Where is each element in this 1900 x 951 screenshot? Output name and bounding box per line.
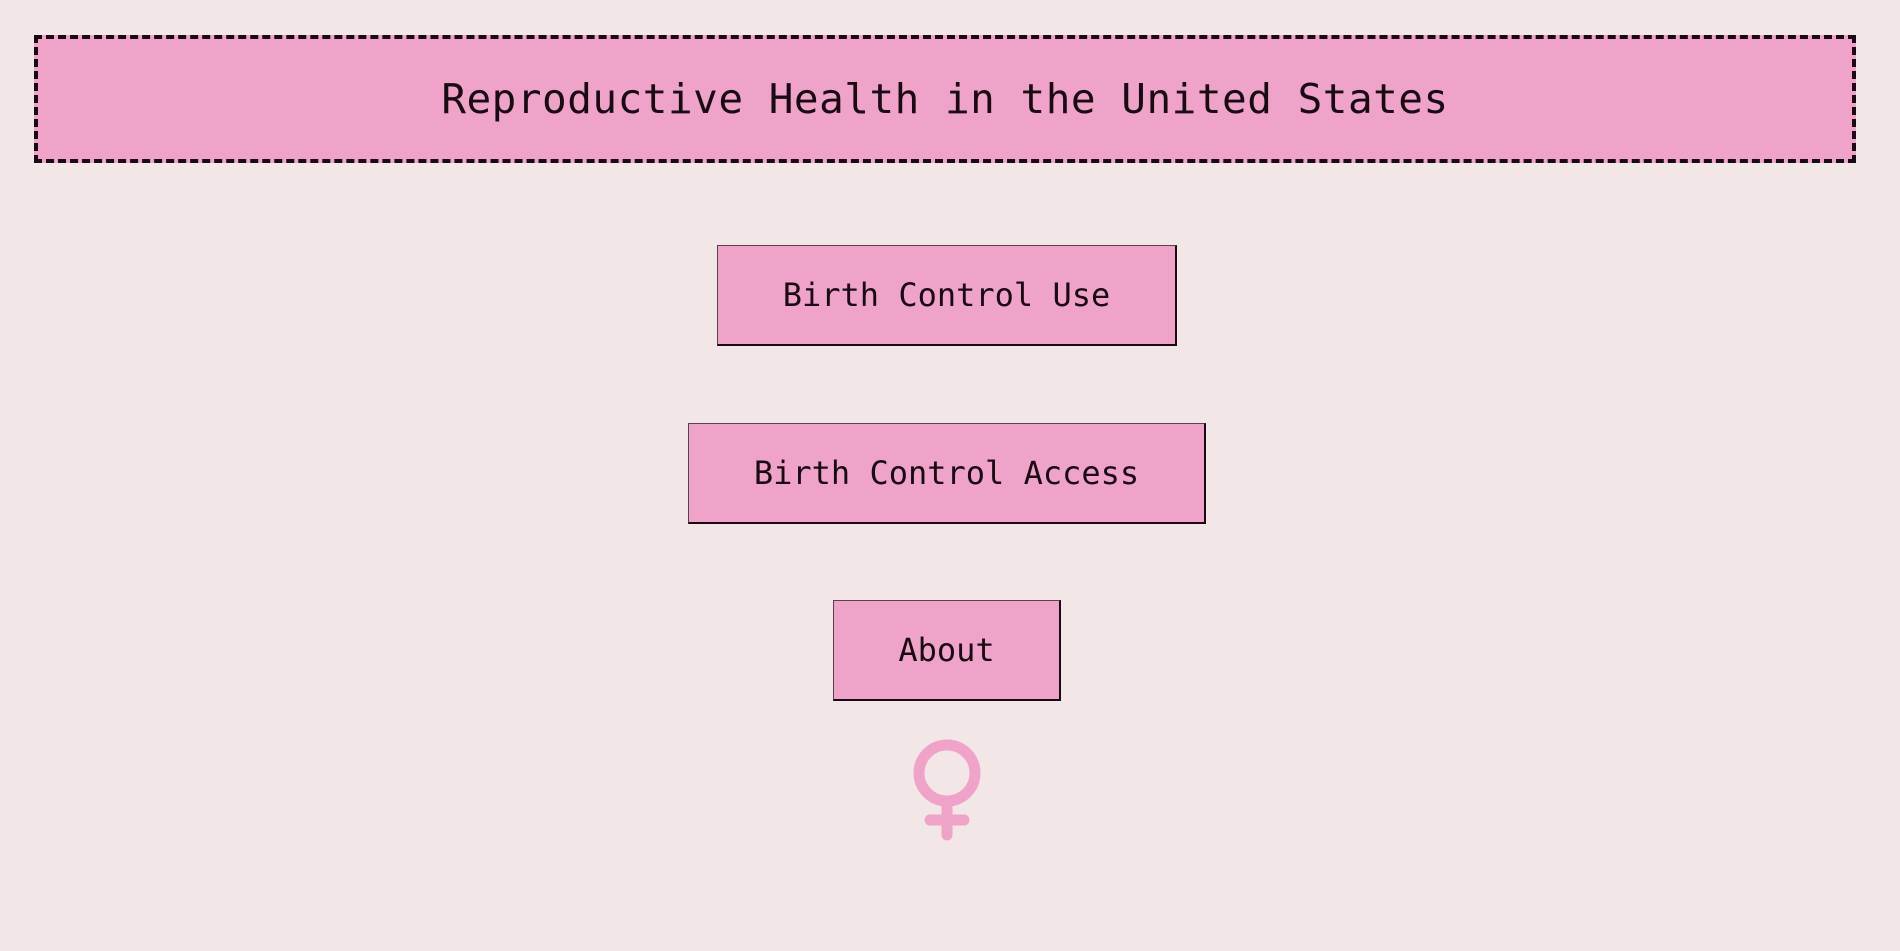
birth-control-use-button[interactable]: Birth Control Use (717, 245, 1177, 346)
page-header: Reproductive Health in the United States (34, 35, 1856, 163)
female-symbol-icon (913, 739, 981, 841)
birth-control-access-button[interactable]: Birth Control Access (688, 423, 1206, 524)
page-title: Reproductive Health in the United States (441, 75, 1449, 123)
about-button[interactable]: About (833, 600, 1061, 701)
